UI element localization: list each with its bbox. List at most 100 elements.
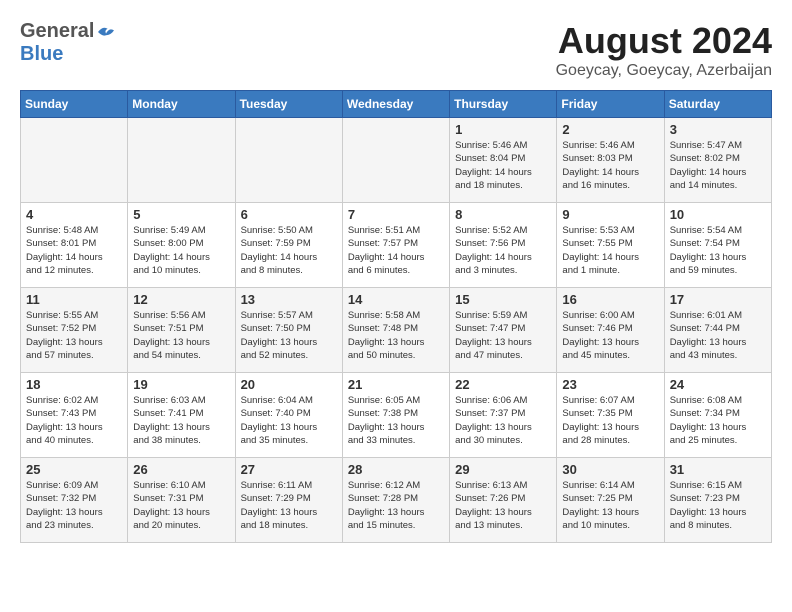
cell-content: Sunrise: 6:03 AM Sunset: 7:41 PM Dayligh… [133, 394, 229, 447]
calendar-cell: 17 Sunrise: 6:01 AM Sunset: 7:44 PM Dayli… [664, 288, 771, 373]
weekday-header-wednesday: Wednesday [342, 91, 449, 118]
cell-content: Sunrise: 5:52 AM Sunset: 7:56 PM Dayligh… [455, 224, 551, 277]
calendar-cell: 15 Sunrise: 5:59 AM Sunset: 7:47 PM Dayli… [450, 288, 557, 373]
calendar-cell: 24 Sunrise: 6:08 AM Sunset: 7:34 PM Dayli… [664, 373, 771, 458]
day-number: 3 [670, 122, 766, 137]
cell-content: Sunrise: 6:10 AM Sunset: 7:31 PM Dayligh… [133, 479, 229, 532]
calendar-cell: 5Sunrise: 5:49 AM Sunset: 8:00 PM Daylig… [128, 203, 235, 288]
calendar-cell: 3Sunrise: 5:47 AM Sunset: 8:02 PM Daylig… [664, 118, 771, 203]
calendar-cell: 4Sunrise: 5:48 AM Sunset: 8:01 PM Daylig… [21, 203, 128, 288]
day-number: 27 [241, 462, 337, 477]
title-section: August 2024 Goeycay, Goeycay, Azerbaijan [556, 20, 772, 80]
cell-content: Sunrise: 5:59 AM Sunset: 7:47 PM Dayligh… [455, 309, 551, 362]
calendar-week-row: 1Sunrise: 5:46 AM Sunset: 8:04 PM Daylig… [21, 118, 772, 203]
weekday-header-saturday: Saturday [664, 91, 771, 118]
weekday-header-tuesday: Tuesday [235, 91, 342, 118]
cell-content: Sunrise: 6:15 AM Sunset: 7:23 PM Dayligh… [670, 479, 766, 532]
cell-content: Sunrise: 5:51 AM Sunset: 7:57 PM Dayligh… [348, 224, 444, 277]
day-number: 22 [455, 377, 551, 392]
day-number: 8 [455, 207, 551, 222]
day-number: 20 [241, 377, 337, 392]
day-number: 24 [670, 377, 766, 392]
cell-content: Sunrise: 5:48 AM Sunset: 8:01 PM Dayligh… [26, 224, 122, 277]
cell-content: Sunrise: 6:05 AM Sunset: 7:38 PM Dayligh… [348, 394, 444, 447]
day-number: 30 [562, 462, 658, 477]
calendar-week-row: 4Sunrise: 5:48 AM Sunset: 8:01 PM Daylig… [21, 203, 772, 288]
cell-content: Sunrise: 5:55 AM Sunset: 7:52 PM Dayligh… [26, 309, 122, 362]
day-number: 9 [562, 207, 658, 222]
calendar-cell: 6Sunrise: 5:50 AM Sunset: 7:59 PM Daylig… [235, 203, 342, 288]
cell-content: Sunrise: 6:12 AM Sunset: 7:28 PM Dayligh… [348, 479, 444, 532]
day-number: 11 [26, 292, 122, 307]
calendar-cell: 20 Sunrise: 6:04 AM Sunset: 7:40 PM Dayli… [235, 373, 342, 458]
page-header: General Blue August 2024 Goeycay, Goeyca… [20, 20, 772, 80]
calendar-cell: 1Sunrise: 5:46 AM Sunset: 8:04 PM Daylig… [450, 118, 557, 203]
calendar-cell: 31 Sunrise: 6:15 AM Sunset: 7:23 PM Dayli… [664, 458, 771, 543]
cell-content: Sunrise: 6:08 AM Sunset: 7:34 PM Dayligh… [670, 394, 766, 447]
weekday-header-friday: Friday [557, 91, 664, 118]
day-number: 25 [26, 462, 122, 477]
day-number: 15 [455, 292, 551, 307]
weekday-header-thursday: Thursday [450, 91, 557, 118]
day-number: 10 [670, 207, 766, 222]
cell-content: Sunrise: 6:07 AM Sunset: 7:35 PM Dayligh… [562, 394, 658, 447]
day-number: 13 [241, 292, 337, 307]
day-number: 1 [455, 122, 551, 137]
cell-content: Sunrise: 5:46 AM Sunset: 8:03 PM Dayligh… [562, 139, 658, 192]
calendar-cell [235, 118, 342, 203]
calendar-table: SundayMondayTuesdayWednesdayThursdayFrid… [20, 90, 772, 543]
day-number: 28 [348, 462, 444, 477]
cell-content: Sunrise: 6:02 AM Sunset: 7:43 PM Dayligh… [26, 394, 122, 447]
calendar-cell: 18 Sunrise: 6:02 AM Sunset: 7:43 PM Dayli… [21, 373, 128, 458]
cell-content: Sunrise: 6:06 AM Sunset: 7:37 PM Dayligh… [455, 394, 551, 447]
calendar-cell: 26 Sunrise: 6:10 AM Sunset: 7:31 PM Dayli… [128, 458, 235, 543]
day-number: 26 [133, 462, 229, 477]
calendar-cell: 21Sunrise: 6:05 AM Sunset: 7:38 PM Dayli… [342, 373, 449, 458]
month-title: August 2024 [556, 20, 772, 62]
calendar-cell: 8 Sunrise: 5:52 AM Sunset: 7:56 PM Daylig… [450, 203, 557, 288]
calendar-cell: 2Sunrise: 5:46 AM Sunset: 8:03 PM Daylig… [557, 118, 664, 203]
cell-content: Sunrise: 5:58 AM Sunset: 7:48 PM Dayligh… [348, 309, 444, 362]
calendar-header: SundayMondayTuesdayWednesdayThursdayFrid… [21, 91, 772, 118]
cell-content: Sunrise: 6:09 AM Sunset: 7:32 PM Dayligh… [26, 479, 122, 532]
cell-content: Sunrise: 5:53 AM Sunset: 7:55 PM Dayligh… [562, 224, 658, 277]
calendar-cell: 9 Sunrise: 5:53 AM Sunset: 7:55 PM Daylig… [557, 203, 664, 288]
day-number: 19 [133, 377, 229, 392]
cell-content: Sunrise: 5:54 AM Sunset: 7:54 PM Dayligh… [670, 224, 766, 277]
calendar-cell: 19 Sunrise: 6:03 AM Sunset: 7:41 PM Dayli… [128, 373, 235, 458]
location: Goeycay, Goeycay, Azerbaijan [556, 62, 772, 80]
calendar-week-row: 18 Sunrise: 6:02 AM Sunset: 7:43 PM Dayli… [21, 373, 772, 458]
calendar-cell: 12Sunrise: 5:56 AM Sunset: 7:51 PM Dayli… [128, 288, 235, 373]
logo-general: General [20, 20, 94, 43]
day-number: 5 [133, 207, 229, 222]
calendar-cell [21, 118, 128, 203]
day-number: 18 [26, 377, 122, 392]
day-number: 29 [455, 462, 551, 477]
day-number: 31 [670, 462, 766, 477]
calendar-cell [128, 118, 235, 203]
logo: General Blue [20, 20, 116, 66]
calendar-cell: 11 Sunrise: 5:55 AM Sunset: 7:52 PM Dayli… [21, 288, 128, 373]
cell-content: Sunrise: 5:57 AM Sunset: 7:50 PM Dayligh… [241, 309, 337, 362]
calendar-week-row: 25 Sunrise: 6:09 AM Sunset: 7:32 PM Dayli… [21, 458, 772, 543]
calendar-cell: 29 Sunrise: 6:13 AM Sunset: 7:26 PM Dayli… [450, 458, 557, 543]
calendar-cell: 28 Sunrise: 6:12 AM Sunset: 7:28 PM Dayli… [342, 458, 449, 543]
day-number: 17 [670, 292, 766, 307]
weekday-header-sunday: Sunday [21, 91, 128, 118]
calendar-week-row: 11 Sunrise: 5:55 AM Sunset: 7:52 PM Dayli… [21, 288, 772, 373]
calendar-cell: 22 Sunrise: 6:06 AM Sunset: 7:37 PM Dayli… [450, 373, 557, 458]
calendar-cell: 30Sunrise: 6:14 AM Sunset: 7:25 PM Dayli… [557, 458, 664, 543]
cell-content: Sunrise: 6:11 AM Sunset: 7:29 PM Dayligh… [241, 479, 337, 532]
weekday-header-monday: Monday [128, 91, 235, 118]
calendar-cell: 14Sunrise: 5:58 AM Sunset: 7:48 PM Dayli… [342, 288, 449, 373]
cell-content: Sunrise: 6:01 AM Sunset: 7:44 PM Dayligh… [670, 309, 766, 362]
calendar-cell: 16Sunrise: 6:00 AM Sunset: 7:46 PM Dayli… [557, 288, 664, 373]
cell-content: Sunrise: 5:50 AM Sunset: 7:59 PM Dayligh… [241, 224, 337, 277]
cell-content: Sunrise: 6:04 AM Sunset: 7:40 PM Dayligh… [241, 394, 337, 447]
calendar-cell: 7Sunrise: 5:51 AM Sunset: 7:57 PM Daylig… [342, 203, 449, 288]
calendar-cell: 27 Sunrise: 6:11 AM Sunset: 7:29 PM Dayli… [235, 458, 342, 543]
calendar-cell: 25 Sunrise: 6:09 AM Sunset: 7:32 PM Dayli… [21, 458, 128, 543]
day-number: 12 [133, 292, 229, 307]
calendar-cell: 23Sunrise: 6:07 AM Sunset: 7:35 PM Dayli… [557, 373, 664, 458]
cell-content: Sunrise: 6:13 AM Sunset: 7:26 PM Dayligh… [455, 479, 551, 532]
